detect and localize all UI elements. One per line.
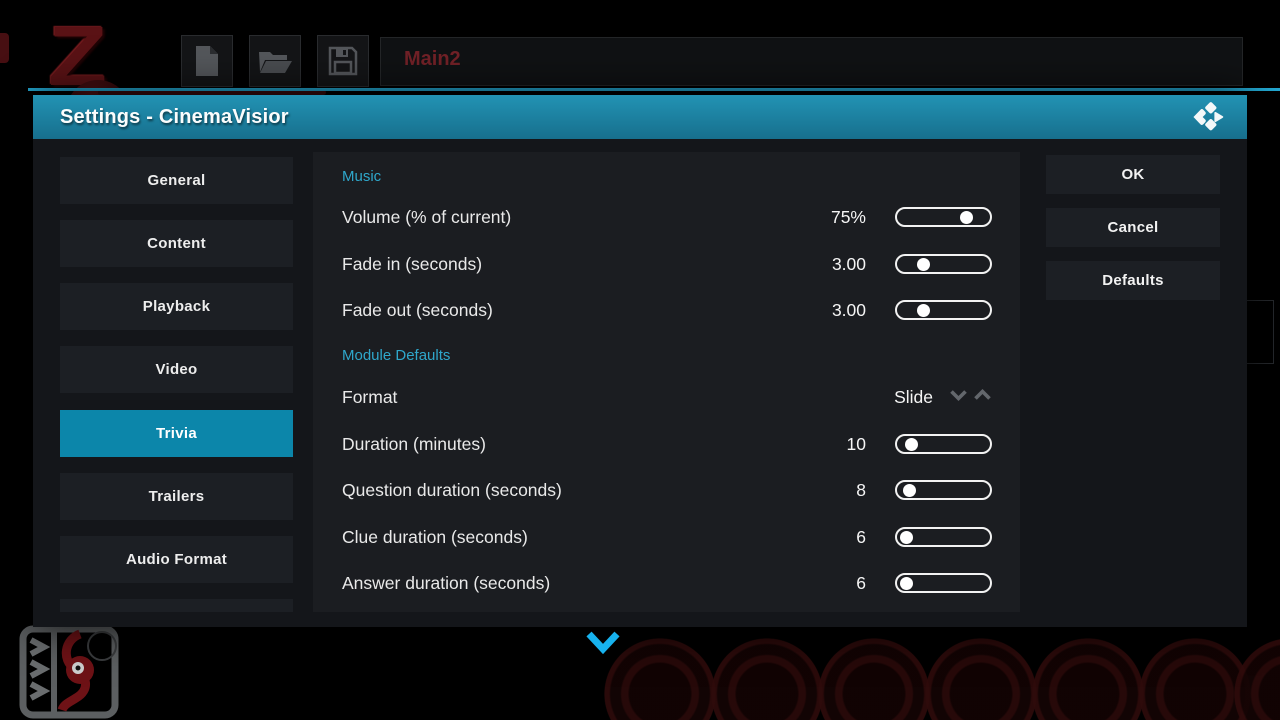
setting-row-fade-out: Fade out (seconds) 3.00 [313, 293, 1020, 327]
setting-row-volume: Volume (% of current) 75% [313, 200, 1020, 234]
screen: Z Main2 [0, 0, 1280, 720]
setting-label: Clue duration (seconds) [342, 520, 528, 554]
sequence-name-text: Main2 [404, 48, 1242, 71]
background-art-sliver [0, 33, 9, 63]
dialog-title: Settings - CinemaVisior [60, 95, 289, 139]
slider-knob [903, 484, 916, 497]
slider-knob [917, 258, 930, 271]
dialog-top-accent-line [28, 88, 1280, 91]
setting-value: 3.00 [673, 293, 866, 327]
setting-label: Fade in (seconds) [342, 247, 482, 281]
ok-button[interactable]: OK [1046, 155, 1220, 194]
volume-slider[interactable] [895, 207, 992, 227]
sidebar-item-playback[interactable]: Playback [60, 283, 293, 330]
open-folder-button [249, 35, 301, 87]
sequence-name-field: Main2 [380, 37, 1243, 86]
film-reel [921, 634, 1041, 720]
setting-value: 6 [673, 566, 866, 600]
setting-row-answer-duration: Answer duration (seconds) 6 [313, 566, 1020, 600]
settings-panel: Music Volume (% of current) 75% Fade in … [313, 152, 1020, 612]
setting-row-fade-in: Fade in (seconds) 3.00 [313, 247, 1020, 281]
setting-label: Duration (minutes) [342, 427, 486, 461]
fade-in-slider[interactable] [895, 254, 992, 274]
save-icon [327, 45, 359, 77]
sidebar-item-content[interactable]: Content [60, 220, 293, 267]
slider-knob [900, 577, 913, 590]
slider-knob [917, 304, 930, 317]
sidebar-item-general[interactable]: General [60, 157, 293, 204]
setting-value: 3.00 [673, 247, 866, 281]
clue-duration-slider[interactable] [895, 527, 992, 547]
film-reel [1230, 634, 1280, 720]
setting-value: 75% [673, 200, 866, 234]
setting-row-format: Format Slide [313, 380, 1020, 414]
setting-value: 8 [673, 473, 866, 507]
setting-row-clue-duration: Clue duration (seconds) 6 [313, 520, 1020, 554]
setting-label: Question duration (seconds) [342, 473, 562, 507]
film-clapper-icon [18, 624, 126, 720]
sidebar-item-video[interactable]: Video [60, 346, 293, 393]
fade-out-slider[interactable] [895, 300, 992, 320]
slider-knob [960, 211, 973, 224]
setting-row-question-duration: Question duration (seconds) 8 [313, 473, 1020, 507]
setting-value: 6 [673, 520, 866, 554]
chevron-down-icon [585, 630, 621, 657]
cancel-button[interactable]: Cancel [1046, 208, 1220, 247]
spinner-up-icon[interactable] [973, 388, 992, 402]
duration-slider[interactable] [895, 434, 992, 454]
sidebar-item-audio-format[interactable]: Audio Format [60, 536, 293, 583]
slider-knob [900, 531, 913, 544]
film-reel [814, 634, 934, 720]
setting-label: Volume (% of current) [342, 200, 511, 234]
setting-value: 10 [673, 427, 866, 461]
background-faint-box [1246, 300, 1274, 364]
setting-label: Format [342, 380, 397, 414]
film-reel [707, 634, 827, 720]
spinner-down-icon[interactable] [949, 388, 968, 402]
answer-duration-slider[interactable] [895, 573, 992, 593]
new-file-button [181, 35, 233, 87]
setting-label: Answer duration (seconds) [342, 566, 550, 600]
setting-row-duration: Duration (minutes) 10 [313, 427, 1020, 461]
dialog-titlebar: Settings - CinemaVisior [33, 95, 1247, 139]
sidebar-item-trivia[interactable]: Trivia [60, 410, 293, 457]
section-header-music: Music [342, 168, 381, 190]
scroll-more-button[interactable] [585, 630, 621, 662]
kodi-logo-icon [1191, 102, 1225, 137]
open-folder-icon [257, 46, 293, 76]
defaults-button[interactable]: Defaults [1046, 261, 1220, 300]
settings-dialog: Settings - CinemaVisior General Content … [33, 95, 1247, 627]
setting-value: Slide [733, 380, 933, 414]
new-file-icon [192, 44, 222, 78]
format-spinner [949, 388, 995, 406]
setting-label: Fade out (seconds) [342, 293, 493, 327]
sidebar-item-clipped[interactable] [60, 599, 293, 612]
save-button-background [317, 35, 369, 87]
sidebar-item-trailers[interactable]: Trailers [60, 473, 293, 520]
film-reel [1028, 634, 1148, 720]
section-header-module-defaults: Module Defaults [342, 347, 450, 369]
background-trivia-art [18, 624, 126, 720]
question-duration-slider[interactable] [895, 480, 992, 500]
slider-knob [905, 438, 918, 451]
